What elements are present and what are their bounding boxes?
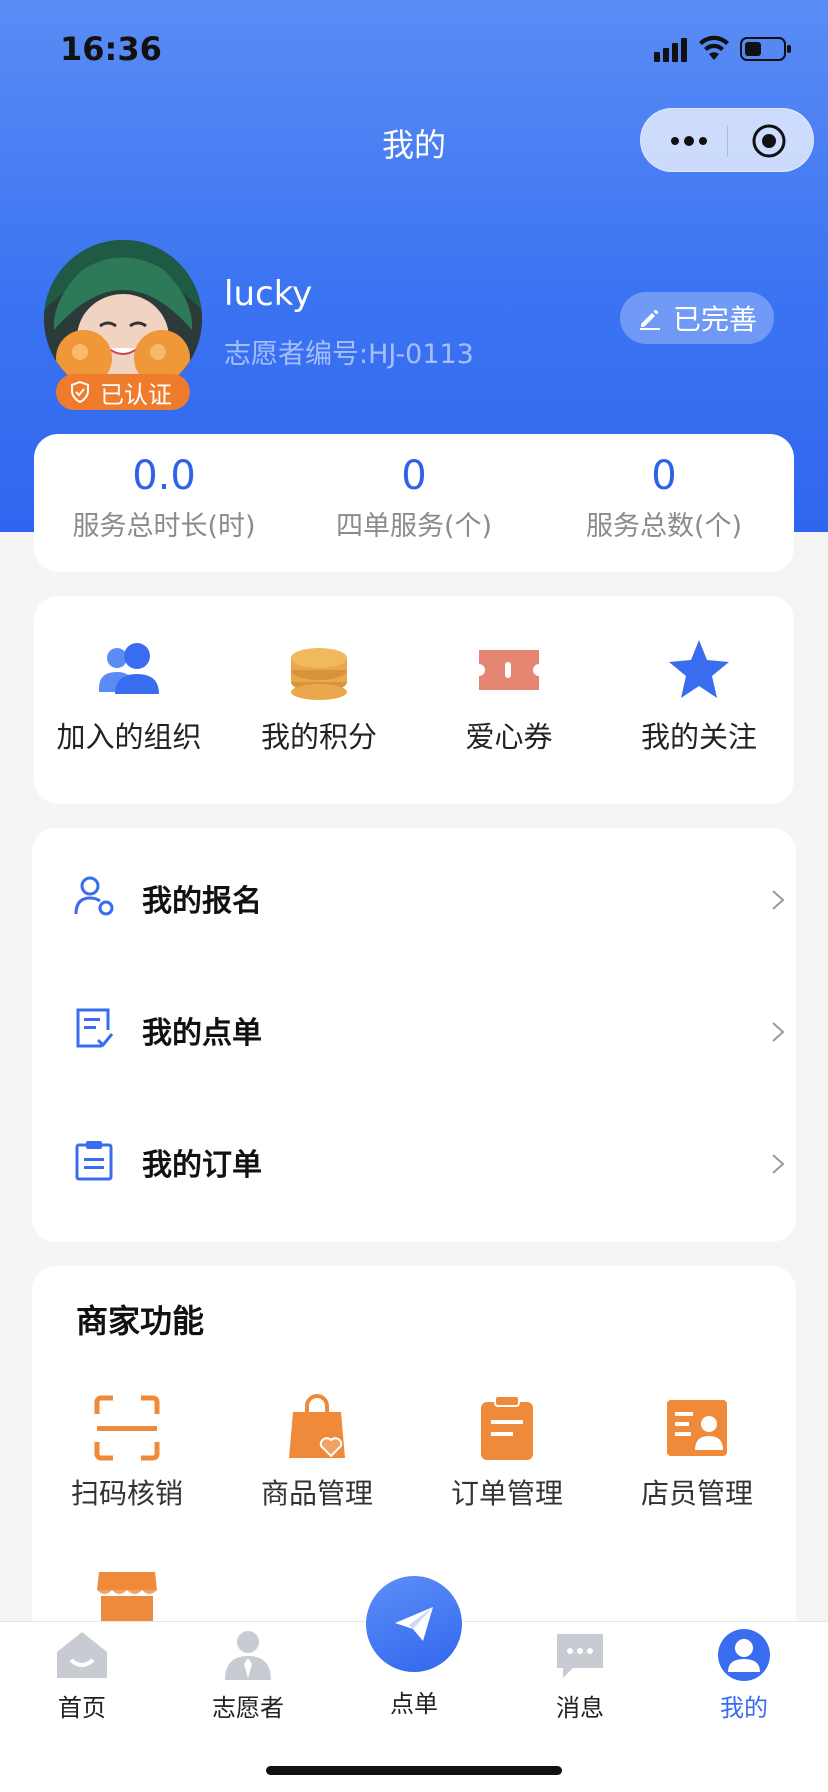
verified-label: 已认证 — [100, 380, 172, 409]
checklist-icon — [76, 1008, 114, 1048]
list-item-my-registration[interactable]: 我的报名 — [32, 828, 796, 960]
tab-label: 志愿者 — [212, 1694, 284, 1722]
home-icon — [57, 1632, 107, 1678]
order-icon — [481, 1395, 533, 1460]
list-item-my-orders[interactable]: 我的订单 — [32, 1092, 796, 1224]
profile-icon — [718, 1629, 770, 1681]
quick-my-follows[interactable]: 我的关注 — [604, 636, 794, 756]
paper-plane-icon — [395, 1607, 433, 1641]
tab-label: 首页 — [58, 1694, 106, 1722]
verified-badge: 已认证 — [56, 374, 190, 410]
tab-mine[interactable]: 我的 — [684, 1628, 804, 1723]
more-icon[interactable] — [667, 126, 711, 156]
completed-label: 已完善 — [672, 303, 757, 336]
close-mini-program-icon[interactable] — [751, 123, 787, 159]
quick-label: 我的积分 — [260, 720, 377, 754]
volunteer-id: 志愿者编号:HJ-0113 — [224, 339, 474, 370]
organization-icon — [99, 643, 159, 694]
tab-messages[interactable]: 消息 — [520, 1628, 640, 1723]
tab-volunteer[interactable]: 志愿者 — [188, 1628, 308, 1723]
merchant-label: 商品管理 — [260, 1477, 373, 1510]
quick-label: 我的关注 — [640, 720, 757, 754]
status-bar: 16:36 — [0, 0, 828, 100]
shopping-bag-icon — [289, 1394, 345, 1458]
scan-icon — [94, 1395, 160, 1461]
stat-value: 0.0 — [132, 453, 196, 499]
tab-label: 消息 — [556, 1694, 604, 1722]
home-indicator — [266, 1766, 562, 1775]
quick-love-coupon[interactable]: 爱心券 — [414, 636, 604, 756]
stat-service-hours[interactable]: 0.0 服务总时长(时) — [34, 454, 294, 543]
tab-place-order[interactable] — [366, 1576, 462, 1672]
username: lucky — [224, 274, 313, 314]
stats-card: 0.0 服务总时长(时) 0 四单服务(个) 0 服务总数(个) — [34, 434, 794, 572]
edit-icon — [639, 309, 660, 330]
list-label: 我的订单 — [142, 1148, 262, 1183]
merchant-staff-management[interactable]: 店员管理 — [602, 1394, 792, 1512]
profile-completed-button[interactable]: 已完善 — [620, 292, 774, 344]
message-icon — [557, 1634, 603, 1678]
section-title: 商家功能 — [76, 1302, 205, 1340]
chevron-right-icon — [772, 1154, 785, 1174]
list-item-my-picks[interactable]: 我的点单 — [32, 960, 796, 1092]
quick-my-points[interactable]: 我的积分 — [224, 636, 414, 756]
wifi-icon — [699, 35, 729, 60]
tab-home[interactable]: 首页 — [22, 1628, 142, 1723]
my-menu-list: 我的报名 我的点单 我的订单 — [32, 828, 796, 1242]
shield-check-icon — [71, 380, 89, 404]
merchant-label: 扫码核销 — [70, 1477, 183, 1510]
chevron-right-icon — [772, 1022, 785, 1042]
capsule-divider — [727, 125, 728, 157]
tab-label: 我的 — [720, 1694, 768, 1722]
merchant-label: 订单管理 — [450, 1477, 563, 1510]
stat-label: 服务总时长(时) — [72, 511, 256, 542]
status-time: 16:36 — [60, 30, 162, 68]
merchant-order-management[interactable]: 订单管理 — [412, 1394, 602, 1512]
stat-label: 服务总数(个) — [585, 511, 743, 542]
stat-label: 四单服务(个) — [335, 511, 493, 542]
quick-menu-card: 加入的组织 我的积分 爱心券 我的关注 — [34, 596, 794, 804]
list-label: 我的点单 — [142, 1016, 262, 1051]
stat-service-count[interactable]: 0 服务总数(个) — [534, 454, 794, 543]
coins-icon — [291, 648, 347, 700]
list-label: 我的报名 — [142, 884, 262, 919]
star-icon — [669, 640, 729, 698]
tab-label: 点单 — [390, 1690, 438, 1718]
quick-joined-organizations[interactable]: 加入的组织 — [34, 636, 224, 756]
chevron-right-icon — [772, 890, 785, 910]
clipboard-icon — [75, 1141, 113, 1181]
quick-label: 加入的组织 — [56, 720, 202, 754]
volunteer-icon — [225, 1631, 271, 1680]
coupon-icon — [479, 650, 539, 690]
quick-label: 爱心券 — [465, 720, 553, 754]
merchant-scan-verify[interactable]: 扫码核销 — [32, 1394, 222, 1512]
stat-four-orders[interactable]: 0 四单服务(个) — [284, 454, 544, 543]
user-register-icon — [74, 876, 114, 916]
battery-icon — [740, 37, 791, 61]
cellular-signal-icon — [654, 38, 687, 62]
stat-value: 0 — [401, 453, 427, 499]
staff-card-icon — [667, 1400, 727, 1456]
mini-program-capsule — [640, 108, 814, 172]
stat-value: 0 — [651, 453, 677, 499]
merchant-product-management[interactable]: 商品管理 — [222, 1394, 412, 1512]
merchant-label: 店员管理 — [640, 1477, 753, 1510]
